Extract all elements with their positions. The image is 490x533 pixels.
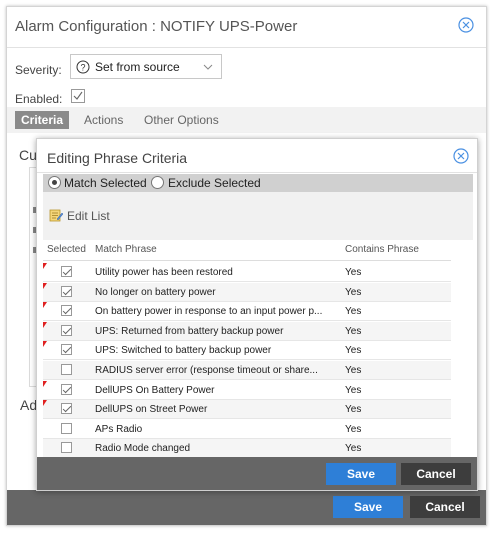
contains-phrase-cell: Yes: [345, 443, 362, 455]
edit-list-button[interactable]: Edit List: [67, 209, 110, 223]
section-heading-additional: Ad: [20, 397, 38, 413]
phrase-table-body: Utility power has been restored Yes No lon…: [43, 263, 451, 459]
table-row[interactable]: On battery power in response to an input…: [43, 302, 451, 322]
tab-criteria[interactable]: Criteria: [15, 111, 70, 129]
match-phrase-cell: DellUPS on Street Power: [95, 404, 208, 416]
contains-phrase-cell: Yes: [345, 404, 362, 416]
dialog-footer: Save Cancel: [37, 457, 477, 490]
header-divider: [43, 260, 451, 261]
cancel-button[interactable]: Cancel: [401, 463, 471, 485]
chevron-down-icon: [203, 64, 213, 70]
edit-toolbar: Edit List: [43, 192, 473, 240]
tab-other-options[interactable]: Other Options: [144, 111, 219, 129]
dialog-title: Alarm Configuration : NOTIFY UPS-Power: [15, 18, 298, 35]
modified-flag-icon: [43, 263, 47, 269]
header-divider: [7, 47, 486, 48]
row-checkbox[interactable]: [61, 266, 72, 277]
contains-phrase-cell: Yes: [345, 306, 362, 318]
row-checkbox[interactable]: [61, 364, 72, 375]
row-checkbox[interactable]: [61, 285, 72, 297]
table-row[interactable]: UPS: Returned from battery backup power Y…: [43, 321, 451, 341]
row-checkbox[interactable]: [61, 344, 72, 356]
header-divider: [37, 172, 477, 173]
tab-bar: Criteria Actions Other Options: [7, 107, 486, 133]
question-icon: ?: [76, 60, 90, 74]
enabled-checkbox[interactable]: [71, 89, 85, 103]
contains-phrase-cell: Yes: [345, 423, 362, 435]
match-selected-radio[interactable]: [48, 176, 61, 189]
exclude-selected-label[interactable]: Exclude Selected: [168, 176, 261, 190]
modified-flag-icon: [43, 380, 47, 387]
match-phrase-cell: UPS: Returned from battery backup power: [95, 325, 284, 337]
severity-value: Set from source: [95, 60, 180, 74]
row-checkbox[interactable]: [61, 383, 72, 395]
table-row[interactable]: Radio Mode changed Yes: [43, 439, 451, 459]
row-checkbox[interactable]: [61, 403, 72, 415]
enabled-label: Enabled:: [15, 92, 63, 106]
table-row[interactable]: DellUPS On Battery Power Yes: [43, 380, 451, 400]
dialog-footer: Save Cancel: [7, 490, 486, 525]
match-phrase-cell: Utility power has been restored: [95, 267, 233, 278]
contains-phrase-cell: Yes: [345, 345, 362, 357]
modified-flag-icon: [43, 400, 47, 407]
severity-label: Severity:: [15, 63, 62, 77]
contains-phrase-cell: Yes: [345, 325, 362, 337]
match-phrase-cell: On battery power in response to an input…: [95, 306, 323, 318]
svg-text:?: ?: [80, 63, 85, 73]
contains-phrase-cell: Yes: [345, 365, 362, 376]
match-phrase-cell: UPS: Switched to battery backup power: [95, 345, 272, 357]
column-header-contains-phrase[interactable]: Contains Phrase: [345, 244, 419, 255]
modified-flag-icon: [43, 321, 47, 328]
row-checkbox[interactable]: [61, 422, 72, 434]
contains-phrase-cell: Yes: [345, 267, 362, 278]
row-checkbox[interactable]: [61, 305, 72, 317]
column-header-match-phrase[interactable]: Match Phrase: [95, 244, 157, 255]
table-row[interactable]: APs Radio Yes: [43, 420, 451, 439]
save-button[interactable]: Save: [333, 496, 403, 518]
cancel-button[interactable]: Cancel: [410, 496, 480, 518]
table-row[interactable]: RADIUS server error (response timeout or…: [43, 361, 451, 380]
edit-list-icon[interactable]: [49, 208, 63, 222]
table-row[interactable]: No longer on battery power Yes: [43, 282, 451, 302]
close-icon[interactable]: [458, 17, 474, 33]
modified-flag-icon: [43, 302, 47, 309]
row-checkbox[interactable]: [61, 324, 72, 336]
severity-select[interactable]: ? Set from source: [70, 54, 222, 79]
close-icon[interactable]: [453, 148, 469, 164]
contains-phrase-cell: Yes: [345, 286, 362, 298]
tab-actions[interactable]: Actions: [84, 111, 123, 129]
match-selected-label[interactable]: Match Selected: [64, 176, 147, 190]
match-phrase-cell: DellUPS On Battery Power: [95, 384, 215, 396]
section-heading-criteria: Cu: [19, 147, 37, 163]
save-button[interactable]: Save: [326, 463, 396, 485]
match-phrase-cell: Radio Mode changed: [95, 443, 191, 455]
editing-phrase-criteria-dialog: Editing Phrase Criteria Match Selected E…: [36, 138, 478, 491]
match-phrase-cell: No longer on battery power: [95, 286, 216, 298]
row-checkbox[interactable]: [61, 442, 72, 454]
dialog-title: Editing Phrase Criteria: [47, 150, 188, 166]
modified-flag-icon: [43, 341, 47, 348]
table-row[interactable]: UPS: Switched to battery backup power Yes: [43, 341, 451, 361]
match-mode-bar: Match Selected Exclude Selected: [43, 174, 473, 192]
modified-flag-icon: [43, 282, 47, 289]
exclude-selected-radio[interactable]: [151, 176, 164, 189]
table-row[interactable]: DellUPS on Street Power Yes: [43, 400, 451, 420]
contains-phrase-cell: Yes: [345, 384, 362, 396]
table-row[interactable]: Utility power has been restored Yes: [43, 263, 451, 282]
column-header-selected[interactable]: Selected: [47, 244, 86, 255]
match-phrase-cell: APs Radio: [95, 423, 143, 435]
match-phrase-cell: RADIUS server error (response timeout or…: [95, 365, 318, 376]
